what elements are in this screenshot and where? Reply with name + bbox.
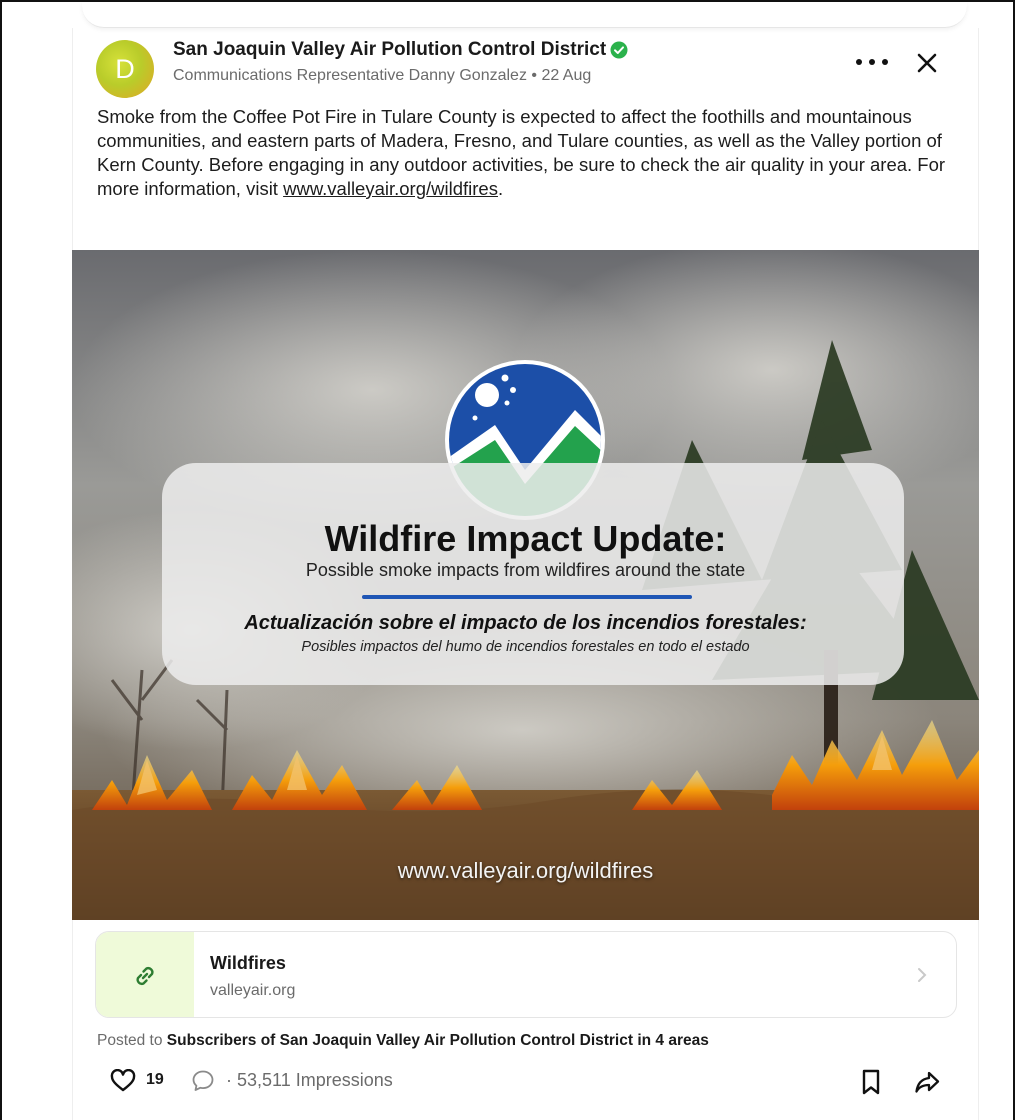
avatar-letter: D	[115, 53, 135, 84]
image-divider	[362, 595, 692, 599]
image-spanish-title: Actualización sobre el impacto de los in…	[244, 612, 807, 634]
posted-to: Posted to Subscribers of San Joaquin Val…	[97, 1032, 709, 1050]
share-icon[interactable]	[913, 1068, 941, 1096]
link-preview-thumb	[96, 932, 194, 1017]
post-body-link[interactable]: www.valleyair.org/wildfires	[283, 178, 498, 199]
post-meta: Communications Representative Danny Gonz…	[173, 67, 592, 84]
image-title: Wildfire Impact Update:	[324, 518, 727, 559]
link-icon	[136, 966, 154, 985]
like-count[interactable]: 19	[146, 1071, 164, 1089]
avatar[interactable]: D	[96, 40, 154, 98]
comment-icon[interactable]	[190, 1068, 216, 1094]
link-preview-card[interactable]: Wildfires valleyair.org	[95, 931, 957, 1018]
chevron-right-icon	[918, 968, 927, 982]
posted-to-prefix: Posted to	[97, 1032, 167, 1049]
heart-icon[interactable]	[110, 1069, 136, 1093]
more-options-icon[interactable]	[856, 50, 888, 74]
impressions-count: · 53,511 Impressions	[226, 1070, 393, 1090]
image-subtitle: Possible smoke impacts from wildfires ar…	[305, 560, 746, 580]
post-image[interactable]: Wildfire Impact Update: Possible smoke i…	[72, 250, 979, 920]
post-body: Smoke from the Coffee Pot Fire in Tulare…	[97, 105, 957, 201]
author-name-text: San Joaquin Valley Air Pollution Control…	[173, 39, 607, 60]
link-preview-domain: valleyair.org	[210, 982, 296, 999]
posted-to-audience[interactable]: Subscribers of San Joaquin Valley Air Po…	[167, 1032, 709, 1049]
verified-check-icon	[610, 41, 628, 59]
close-icon[interactable]	[914, 50, 940, 76]
author-name[interactable]: San Joaquin Valley Air Pollution Control…	[173, 39, 628, 61]
previous-card-edge	[82, 2, 967, 28]
post-body-end: .	[497, 178, 504, 199]
post-body-text: Smoke from the Coffee Pot Fire in Tulare…	[97, 106, 946, 199]
bookmark-icon[interactable]	[859, 1068, 883, 1096]
image-spanish-subtitle: Posibles impactos del humo de incendios …	[301, 639, 750, 655]
link-preview-title: Wildfires	[210, 953, 286, 973]
image-url: www.valleyair.org/wildfires	[397, 858, 654, 883]
